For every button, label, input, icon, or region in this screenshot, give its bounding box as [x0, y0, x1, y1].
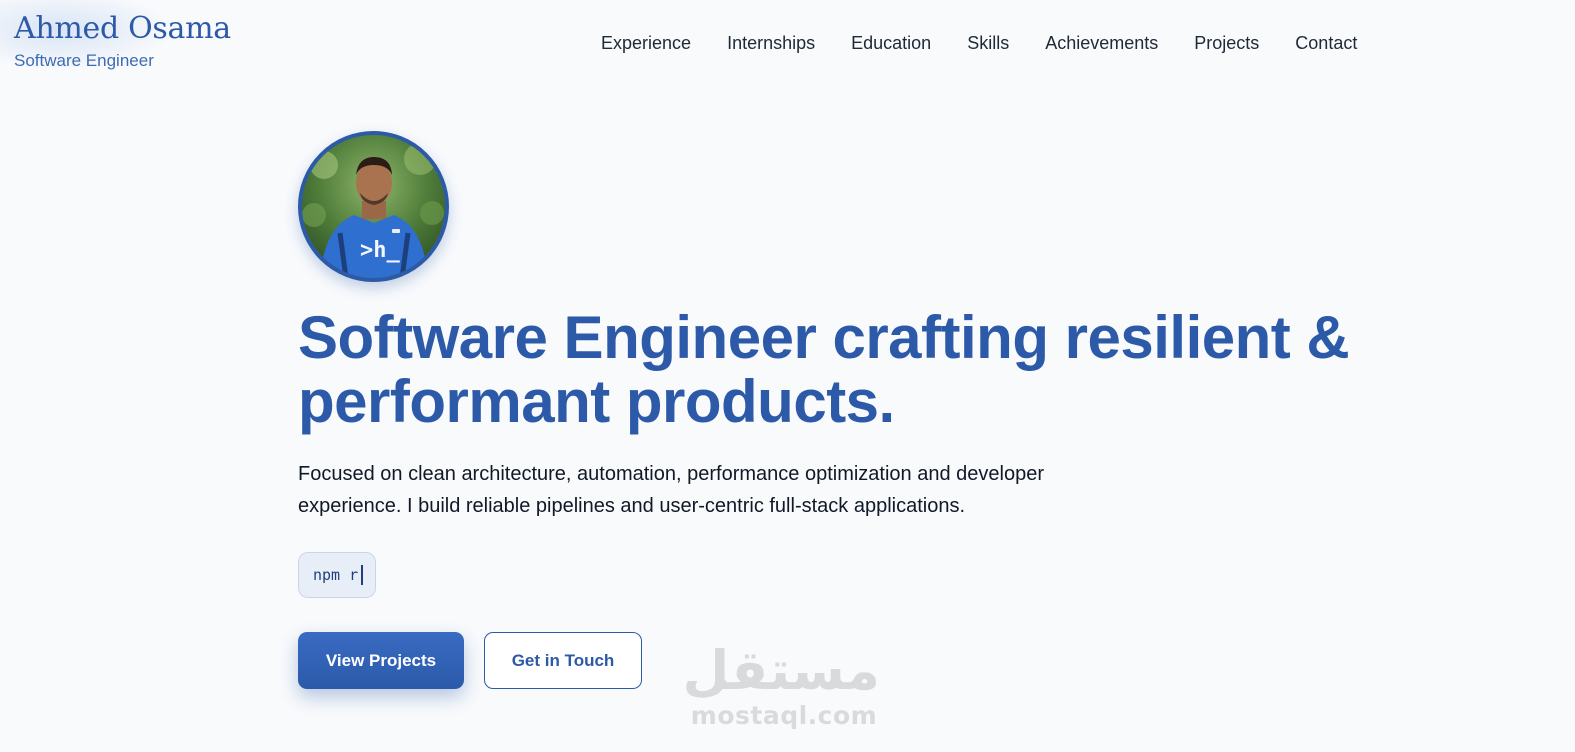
nav-item-achievements[interactable]: Achievements: [1045, 31, 1158, 55]
nav-item-projects[interactable]: Projects: [1194, 31, 1259, 55]
hero-title-line-1: Software Engineer crafting resilient &: [298, 304, 1350, 371]
hero-lead: Focused on clean architecture, automatio…: [298, 458, 1158, 522]
hero-title: Software Engineer crafting resilient & p…: [298, 306, 1398, 434]
terminal-text: npm r: [313, 566, 359, 584]
avatar-shirt-text: >h_: [360, 238, 400, 263]
hero-lead-line-2: experience. I build reliable pipelines a…: [298, 495, 966, 517]
brand[interactable]: Ahmed Osama Software Engineer: [0, 0, 231, 72]
brand-role: Software Engineer: [14, 51, 154, 70]
nav-item-education[interactable]: Education: [851, 31, 931, 55]
hero-lead-line-1: Focused on clean architecture, automatio…: [298, 463, 1044, 485]
hero-section: >h_ Software Engineer crafting resilient…: [298, 131, 1438, 689]
nav-item-skills[interactable]: Skills: [967, 31, 1009, 55]
hero-actions: View Projects Get in Touch: [298, 632, 1438, 689]
avatar: >h_: [298, 131, 449, 282]
brand-name[interactable]: Ahmed Osama: [14, 10, 231, 48]
nav-item-experience[interactable]: Experience: [601, 31, 691, 55]
main-nav: Experience Internships Education Skills …: [601, 31, 1357, 55]
watermark-latin: mostaql.com: [690, 701, 878, 730]
text-cursor-icon: [361, 565, 364, 585]
hero-title-line-2: performant products.: [298, 368, 895, 435]
nav-item-contact[interactable]: Contact: [1295, 31, 1357, 55]
view-projects-button[interactable]: View Projects: [298, 632, 464, 689]
nav-item-internships[interactable]: Internships: [727, 31, 815, 55]
terminal-typing-badge: npm r: [298, 552, 377, 598]
avatar-portrait: >h_: [302, 135, 445, 278]
get-in-touch-button[interactable]: Get in Touch: [484, 632, 642, 689]
